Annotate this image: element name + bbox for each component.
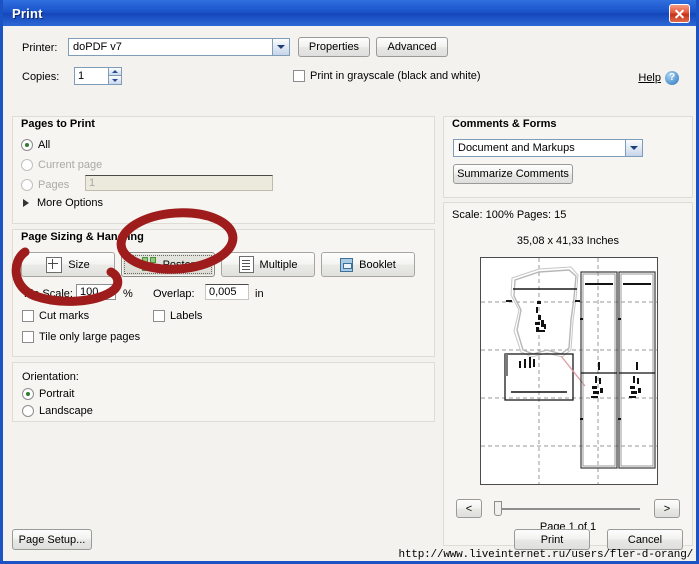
overlap-label: Overlap:	[153, 288, 195, 300]
radio-landscape-label: Landscape	[39, 405, 93, 417]
help-circle-icon[interactable]: ?	[665, 71, 679, 85]
radio-all-indicator[interactable]	[21, 139, 33, 151]
multiple-button-label: Multiple	[259, 258, 298, 271]
triangle-right-icon	[23, 199, 29, 207]
page-slider-track[interactable]	[496, 508, 640, 510]
printer-select[interactable]: doPDF v7	[68, 38, 290, 56]
advanced-button[interactable]: Advanced	[376, 37, 448, 57]
pages-range-input[interactable]: 1	[85, 175, 273, 191]
radio-landscape-indicator[interactable]	[22, 405, 34, 417]
cancel-button[interactable]: Cancel	[607, 529, 683, 550]
page-sizing-title: Page Sizing & Handling	[21, 231, 144, 243]
copies-stepper-down[interactable]	[108, 76, 122, 85]
multiple-button[interactable]: Multiple	[221, 252, 315, 277]
labels-label: Labels	[170, 310, 203, 322]
previous-page-button[interactable]: <	[456, 499, 482, 518]
cut-marks-label: Cut marks	[39, 310, 90, 322]
chevron-down-icon[interactable]	[625, 140, 642, 156]
chevron-down-icon[interactable]	[272, 39, 289, 55]
size-icon	[46, 256, 63, 273]
preview-scale-line: Scale: 100% Pages: 15	[452, 209, 567, 221]
grayscale-checkbox-row[interactable]: Print in grayscale (black and white)	[293, 70, 481, 82]
print-dialog-window: Print Printer: doPDF v7 Properties Advan…	[0, 0, 699, 564]
radio-all-label: All	[38, 139, 51, 151]
window-title: Print	[12, 5, 43, 21]
page-setup-button[interactable]: Page Setup...	[12, 529, 92, 550]
help-link[interactable]: Help ?	[638, 71, 679, 85]
page-slider-thumb[interactable]	[494, 501, 502, 516]
radio-portrait[interactable]: Portrait	[22, 388, 74, 400]
overlap-input[interactable]: 0,005	[205, 284, 249, 300]
tile-scale-label: Tile Scale:	[22, 288, 73, 300]
comments-forms-select[interactable]: Document and Markups	[453, 139, 643, 157]
orientation-group: Orientation: Portrait Landscape	[12, 362, 435, 422]
radio-current-label: Current page	[38, 159, 103, 171]
grayscale-checkbox[interactable]	[293, 70, 305, 82]
preview-panel: Scale: 100% Pages: 15 35,08 x 41,33 Inch…	[443, 202, 693, 546]
help-label: Help	[638, 72, 661, 84]
poster-icon	[141, 257, 157, 272]
radio-pages-range[interactable]: Pages	[21, 179, 69, 191]
watermark-url: http://www.liveinternet.ru/users/fler-d-…	[398, 549, 694, 561]
page-sizing-group: Page Sizing & Handling Size Poster Multi…	[12, 229, 435, 357]
cut-marks-checkbox[interactable]	[22, 310, 34, 322]
summarize-comments-button[interactable]: Summarize Comments	[453, 164, 573, 184]
copies-label: Copies:	[22, 71, 60, 83]
preview-page-image	[480, 257, 658, 485]
radio-current-page[interactable]: Current page	[21, 159, 102, 171]
radio-portrait-label: Portrait	[39, 388, 75, 400]
booklet-icon	[340, 257, 354, 272]
copies-input[interactable]: 1	[74, 67, 108, 85]
size-button[interactable]: Size	[21, 252, 115, 277]
multiple-icon	[238, 256, 254, 273]
next-page-button[interactable]: >	[654, 499, 680, 518]
print-button[interactable]: Print	[514, 529, 590, 550]
tile-scale-unit: %	[123, 288, 133, 300]
labels-checkbox-row[interactable]: Labels	[153, 310, 202, 322]
radio-landscape[interactable]: Landscape	[22, 405, 93, 417]
radio-pages-indicator[interactable]	[21, 179, 33, 191]
dialog-body: Printer: doPDF v7 Properties Advanced Co…	[3, 26, 696, 561]
copies-stepper-up[interactable]	[108, 67, 122, 76]
poster-button[interactable]: Poster	[121, 252, 215, 277]
orientation-label: Orientation:	[22, 371, 79, 383]
tile-only-large-checkbox[interactable]	[22, 331, 34, 343]
size-button-label: Size	[68, 258, 90, 271]
comments-forms-selected-value: Document and Markups	[458, 142, 575, 154]
preview-dimensions: 35,08 x 41,33 Inches	[516, 235, 620, 247]
pages-to-print-group: Pages to Print All Current page Pages 1 …	[12, 116, 435, 224]
printer-label: Printer:	[22, 42, 58, 54]
comments-forms-group: Comments & Forms Document and Markups Su…	[443, 116, 693, 198]
properties-button[interactable]: Properties	[298, 37, 370, 57]
radio-portrait-indicator[interactable]	[22, 388, 34, 400]
close-icon[interactable]	[669, 3, 690, 23]
grayscale-label: Print in grayscale (black and white)	[310, 70, 481, 82]
radio-current-indicator[interactable]	[21, 159, 33, 171]
title-bar: Print	[3, 0, 696, 26]
radio-pages-label: Pages	[38, 179, 70, 191]
pattern-preview-svg	[481, 258, 657, 484]
more-options-label: More Options	[37, 197, 104, 209]
booklet-button-label: Booklet	[359, 258, 396, 271]
booklet-button[interactable]: Booklet	[321, 252, 415, 277]
overlap-unit: in	[255, 288, 264, 300]
tile-only-large-checkbox-row[interactable]: Tile only large pages	[22, 331, 140, 343]
more-options-toggle[interactable]: More Options	[23, 197, 103, 209]
tile-only-large-label: Tile only large pages	[39, 331, 141, 343]
pages-to-print-title: Pages to Print	[21, 118, 95, 130]
copies-stepper[interactable]	[108, 67, 122, 85]
printer-section: Printer: doPDF v7 Properties Advanced Co…	[12, 36, 687, 98]
cut-marks-checkbox-row[interactable]: Cut marks	[22, 310, 89, 322]
poster-button-label: Poster	[162, 258, 195, 271]
radio-all-pages[interactable]: All	[21, 139, 50, 151]
tile-scale-input[interactable]: 100	[76, 284, 116, 300]
labels-checkbox[interactable]	[153, 310, 165, 322]
printer-selected-value: doPDF v7	[73, 41, 122, 53]
comments-forms-title: Comments & Forms	[452, 118, 557, 130]
